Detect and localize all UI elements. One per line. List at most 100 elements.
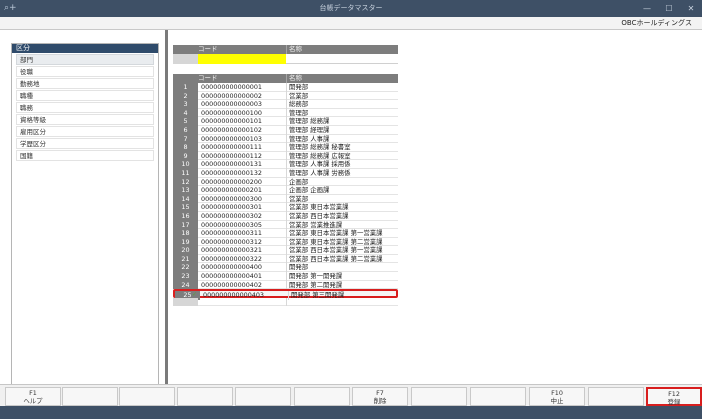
code-cell: 000000000000103 (201, 134, 262, 143)
category-item[interactable]: 役職 (16, 66, 154, 77)
code-cell: 000000000000102 (201, 125, 262, 134)
function-key-label: 登録 (667, 398, 681, 406)
table-row[interactable]: 8 000000000000111 管理部 総務課 秘書室 (173, 143, 398, 152)
row-number: 16 (173, 211, 198, 221)
function-key-blank[interactable] (588, 387, 644, 406)
category-item[interactable]: 勤務地 (16, 78, 154, 89)
category-item[interactable]: 学歴区分 (16, 138, 154, 149)
function-key-f7[interactable]: F7 削除 (352, 387, 408, 406)
function-key-blank[interactable] (119, 387, 175, 406)
name-cell: 管理部 総務課 秘書室 (289, 143, 351, 152)
table-row[interactable]: 9 000000000000112 管理部 総務課 広報室 (173, 151, 398, 161)
category-header: 区分 (12, 44, 158, 53)
category-item[interactable]: 国籍 (16, 150, 154, 161)
function-key-code: F12 (668, 390, 680, 398)
row-number: 23 (173, 272, 198, 281)
search-col-code: コード (198, 45, 218, 53)
department-grid: コード 名称 1 000000000000001 開発部 2 0000000000000… (173, 74, 398, 307)
code-cell: 000000000000311 (201, 229, 262, 238)
code-cell: 000000000000321 (201, 246, 262, 255)
table-row[interactable]: 20 000000000000321 営業部 西日本営業課 第一営業課 (173, 246, 398, 255)
table-row[interactable]: 18 000000000000311 営業部 東日本営業課 第一営業課 (173, 229, 398, 238)
column-divider (286, 45, 287, 54)
table-row-empty[interactable] (173, 297, 398, 307)
column-divider (286, 194, 287, 204)
panel-splitter[interactable] (165, 30, 168, 384)
function-key-blank[interactable] (62, 387, 118, 406)
table-row[interactable]: 16 000000000000302 営業部 西日本営業課 (173, 211, 398, 221)
table-row[interactable]: 10 000000000000131 管理部 人事課 採用係 (173, 160, 398, 169)
search-grid-header: コード 名称 (173, 45, 398, 54)
column-divider (286, 134, 287, 144)
category-item[interactable]: 職務 (16, 102, 154, 113)
table-row[interactable]: 13 000000000000201 企画部 企画課 (173, 186, 398, 195)
table-row[interactable]: 4 000000000000100 管理部 (173, 108, 398, 118)
table-row[interactable]: 5 000000000000101 管理部 総務課 (173, 117, 398, 126)
table-row[interactable]: 17 000000000000305 営業部 営業推進課 (173, 220, 398, 230)
code-cell: 000000000000401 (201, 272, 262, 281)
function-key-code: F1 (29, 389, 37, 397)
table-row[interactable]: 6 000000000000102 管理部 経理課 (173, 125, 398, 135)
name-cell: 開発部 第一開発課 (289, 272, 343, 281)
table-row[interactable]: 2 000000000000002 営業部 (173, 91, 398, 101)
table-row[interactable]: 23 000000000000401 開発部 第一開発課 (173, 272, 398, 281)
row-number: 3 (173, 100, 198, 109)
category-item[interactable]: 職種 (16, 90, 154, 101)
table-row[interactable]: 21 000000000000322 営業部 西日本営業課 第二営業課 (173, 254, 398, 264)
minimize-button[interactable]: — (636, 0, 658, 17)
name-cell: 企画部 (289, 177, 309, 186)
table-row[interactable]: 1 000000000000001 開発部 (173, 83, 398, 92)
function-key-f12[interactable]: F12 登録 (646, 387, 702, 406)
code-cell: 000000000000001 (201, 83, 262, 91)
table-row[interactable]: 11 000000000000132 管理部 人事課 労務係 (173, 168, 398, 178)
row-number-cell (173, 297, 198, 307)
function-key-blank[interactable] (294, 387, 350, 406)
table-row[interactable]: 3 000000000000003 総務部 (173, 100, 398, 109)
row-number: 19 (173, 237, 198, 247)
column-divider (286, 91, 287, 101)
table-row[interactable]: 12 000000000000200 企画部 (173, 177, 398, 187)
row-number: 14 (173, 194, 198, 204)
category-item[interactable]: 雇用区分 (16, 126, 154, 137)
code-cell: 000000000000002 (201, 91, 262, 100)
row-number: 9 (173, 151, 198, 161)
code-cell: 000000000000131 (201, 160, 262, 169)
function-key-label: 中止 (550, 397, 564, 405)
table-row[interactable]: 24 000000000000402 開発部 第二開発課 (173, 280, 398, 290)
column-divider (286, 254, 287, 264)
column-divider (286, 263, 287, 273)
category-item[interactable]: 部門 (16, 54, 154, 65)
column-divider (286, 272, 287, 281)
column-divider (286, 143, 287, 152)
company-name: OBCホールディングス (621, 19, 692, 27)
category-panel: 区分 部門 役職 勤務地 職種 職務 資格等級 雇用区分 学歴区分 国籍 (11, 43, 159, 385)
grid-body: 1 000000000000001 開発部 2 000000000000002 営業部 3 0… (173, 83, 398, 300)
close-button[interactable]: ✕ (680, 0, 702, 17)
function-key-blank[interactable] (177, 387, 233, 406)
category-item[interactable]: 資格等級 (16, 114, 154, 125)
table-row[interactable]: 7 000000000000103 管理部 人事課 (173, 134, 398, 144)
function-key-f1[interactable]: F1 ヘルプ (5, 387, 61, 406)
search-input-row (173, 54, 398, 64)
function-key-code: F7 (376, 389, 384, 397)
table-row[interactable]: 14 000000000000300 営業部 (173, 194, 398, 204)
function-key-blank[interactable] (411, 387, 467, 406)
table-row[interactable]: 22 000000000000400 開発部 (173, 263, 398, 273)
function-key-blank[interactable] (235, 387, 291, 406)
category-list: 部門 役職 勤務地 職種 職務 資格等級 雇用区分 学歴区分 国籍 (12, 54, 158, 161)
table-row[interactable]: 15 000000000000301 営業部 東日本営業課 (173, 203, 398, 212)
name-cell: 企画部 企画課 (289, 186, 330, 195)
code-cell: 000000000000301 (201, 203, 262, 212)
maximize-button[interactable]: ☐ (658, 0, 680, 17)
table-row[interactable]: 19 000000000000312 営業部 東日本営業課 第二営業課 (173, 237, 398, 247)
column-divider (286, 211, 287, 221)
function-key-blank[interactable] (470, 387, 526, 406)
table-row[interactable]: 25 ✓ 000000000000403 開発部 第三開発課 (173, 289, 398, 300)
name-cell: 開発部 第二開発課 (289, 280, 343, 289)
row-number: 2 (173, 91, 198, 101)
function-key-f10[interactable]: F10 中止 (529, 387, 585, 406)
row-number: 21 (173, 254, 198, 264)
code-search-input[interactable] (198, 54, 286, 64)
row-number: 4 (173, 108, 198, 118)
row-number: 7 (173, 134, 198, 144)
